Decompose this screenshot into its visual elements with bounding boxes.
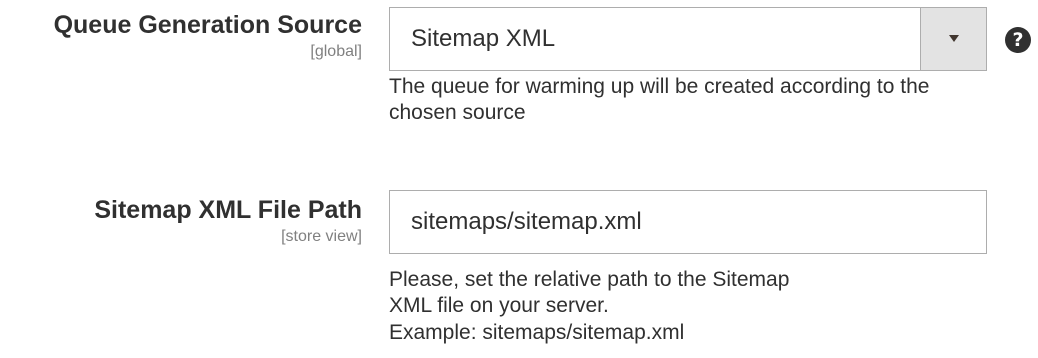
sitemap-path-label-group: Sitemap XML File Path [store view] <box>0 195 362 247</box>
chevron-down-icon <box>949 35 959 42</box>
sitemap-path-input[interactable]: sitemaps/sitemap.xml <box>389 190 987 254</box>
sitemap-path-scope: [store view] <box>281 228 362 245</box>
sitemap-path-label: Sitemap XML File Path <box>94 196 362 224</box>
sitemap-path-note: Please, set the relative path to the Sit… <box>389 268 790 317</box>
queue-source-select[interactable]: Sitemap XML <box>389 7 987 71</box>
queue-source-scope: [global] <box>310 43 362 60</box>
queue-source-selected-value: Sitemap XML <box>411 25 556 52</box>
queue-source-label-group: Queue Generation Source [global] <box>0 10 362 62</box>
queue-source-label: Queue Generation Source <box>53 11 362 39</box>
sitemap-path-input-value: sitemaps/sitemap.xml <box>411 208 642 235</box>
select-dropdown-button[interactable] <box>920 8 986 70</box>
sitemap-path-example: Example: sitemaps/sitemap.xml <box>389 321 685 344</box>
help-icon[interactable]: ? <box>1005 27 1031 53</box>
queue-source-note: The queue for warming up will be created… <box>389 75 930 124</box>
